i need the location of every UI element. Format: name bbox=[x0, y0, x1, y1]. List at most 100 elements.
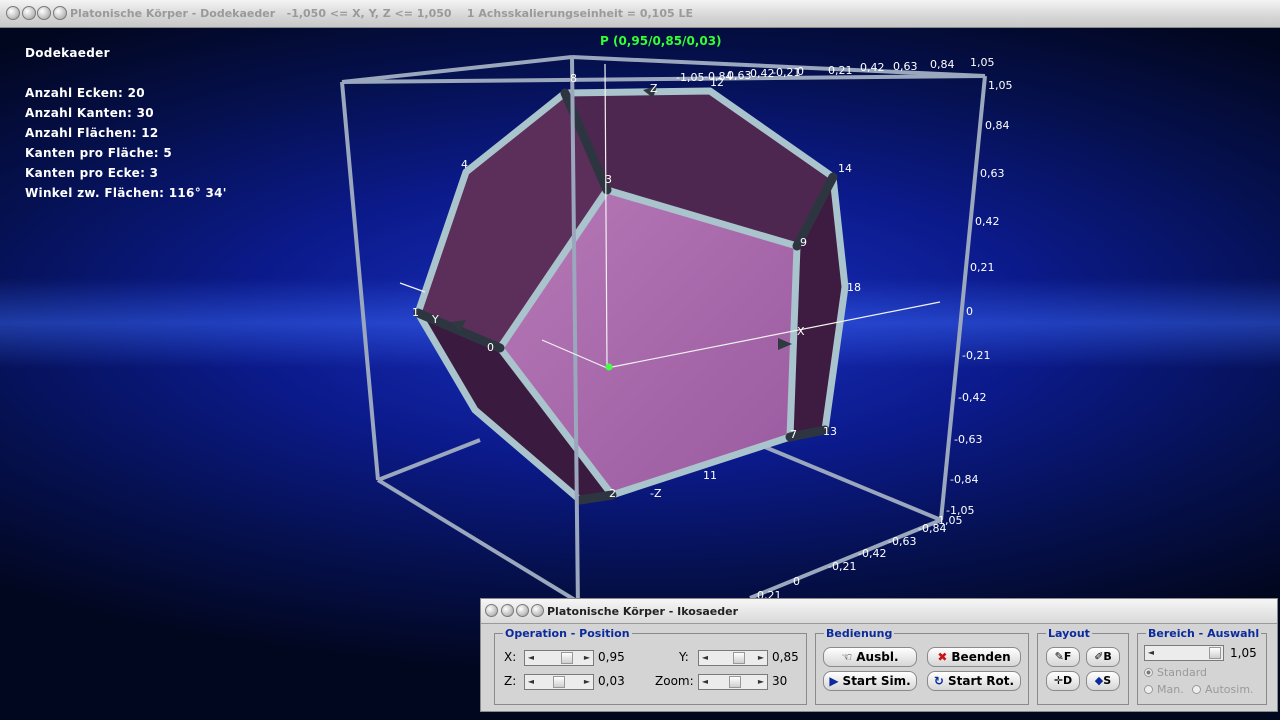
y-value: 0,85 bbox=[772, 650, 799, 664]
control-panel-title: Platonische Körper - Ikosaeder bbox=[547, 605, 739, 618]
group-title: Bereich - Auswahl bbox=[1146, 627, 1262, 640]
slider-left-arrow-icon[interactable]: ◄ bbox=[699, 651, 711, 665]
vertex-label: 14 bbox=[838, 162, 852, 175]
tick-label: 0,42 bbox=[860, 61, 885, 74]
tick-label: -0,42 bbox=[858, 547, 886, 560]
vertex-label: 9 bbox=[800, 236, 807, 249]
point-p-label: P (0,95/0,85/0,03) bbox=[600, 34, 722, 48]
group-title: Bedienung bbox=[824, 627, 895, 640]
slider-left-arrow-icon[interactable]: ◄ bbox=[525, 651, 537, 665]
radio-selected-icon bbox=[1144, 668, 1153, 677]
start-simulation-button[interactable]: ▶ Start Sim. bbox=[823, 671, 917, 691]
tick-label: 0,84 bbox=[930, 58, 955, 71]
bottom-axis-ticks: 1,05 -0,84 -0,63 -0,42 -0,21 0 0,21 bbox=[757, 514, 963, 602]
axis-label-neg-z: -Z bbox=[650, 487, 662, 500]
x-value: 0,95 bbox=[598, 650, 625, 664]
tick-label: 0,63 bbox=[980, 167, 1005, 180]
tick-label: -0,21 bbox=[828, 560, 856, 573]
radio-standard[interactable]: Standard bbox=[1144, 666, 1207, 679]
y-label: Y: bbox=[679, 650, 689, 664]
layout-s-button[interactable]: ◆S bbox=[1086, 671, 1120, 691]
axis-label-x: X bbox=[797, 325, 805, 338]
bereich-slider[interactable]: ◄ bbox=[1144, 645, 1224, 661]
tick-label: -0,63 bbox=[888, 535, 916, 548]
rotate-icon: ↻ bbox=[933, 674, 944, 688]
vertex-label: 18 bbox=[847, 281, 861, 294]
group-title: Operation - Position bbox=[503, 627, 632, 640]
zoom-value: 30 bbox=[772, 674, 788, 688]
x-slider[interactable]: ◄ ► bbox=[524, 650, 594, 666]
y-slider[interactable]: ◄ ► bbox=[698, 650, 768, 666]
slider-thumb[interactable] bbox=[561, 652, 573, 664]
slider-left-arrow-icon[interactable]: ◄ bbox=[1145, 646, 1157, 660]
layout-brush-button[interactable]: ✐B bbox=[1086, 647, 1120, 667]
z-slider[interactable]: ◄ ► bbox=[524, 674, 594, 690]
tick-label: 1,05 bbox=[970, 56, 995, 69]
radio-autosim[interactable]: Autosim. bbox=[1192, 683, 1254, 696]
vertex-label: 2 bbox=[609, 487, 616, 500]
slider-right-arrow-icon[interactable]: ► bbox=[581, 675, 593, 689]
tick-label: -0,42 bbox=[746, 67, 774, 80]
vertex-label: 3 bbox=[605, 173, 612, 186]
layout-d-button[interactable]: ✛D bbox=[1046, 671, 1080, 691]
group-operation-position: Operation - Position X: ◄ ► 0,95 Y: ◄ ► … bbox=[494, 627, 807, 705]
play-icon: ▶ bbox=[829, 674, 839, 688]
zoom-slider[interactable]: ◄ ► bbox=[698, 674, 768, 690]
tick-label: 0,21 bbox=[970, 261, 995, 274]
ausblenden-button[interactable]: ☜ Ausbl. bbox=[823, 647, 917, 667]
tick-label: -1,05 bbox=[676, 71, 704, 84]
group-bereich-auswahl: Bereich - Auswahl ◄ 1,05 Standard Man. A… bbox=[1137, 627, 1267, 705]
axis-label-z: Z bbox=[650, 82, 658, 95]
bereich-value: 1,05 bbox=[1230, 646, 1257, 660]
slider-left-arrow-icon[interactable]: ◄ bbox=[525, 675, 537, 689]
tick-label: 0 bbox=[797, 65, 804, 78]
start-rotation-button[interactable]: ↻ Start Rot. bbox=[927, 671, 1021, 691]
slider-right-arrow-icon[interactable]: ► bbox=[581, 651, 593, 665]
panel-menu-button[interactable] bbox=[485, 604, 498, 617]
slider-thumb[interactable] bbox=[733, 652, 745, 664]
eraser-icon: ◆ bbox=[1094, 674, 1104, 687]
vertex-label: 0 bbox=[487, 341, 494, 354]
slider-thumb[interactable] bbox=[553, 676, 565, 688]
vertex-label: 11 bbox=[703, 469, 717, 482]
panel-minimize-button[interactable] bbox=[501, 604, 514, 617]
z-value: 0,03 bbox=[598, 674, 625, 688]
point-p-marker[interactable] bbox=[605, 363, 613, 371]
slider-thumb[interactable] bbox=[1209, 647, 1221, 659]
tick-label: 1,05 bbox=[988, 79, 1013, 92]
paint-bucket-icon: ✎ bbox=[1054, 650, 1064, 663]
tick-label: -0,63 bbox=[954, 433, 982, 446]
axis-label-y: Y bbox=[431, 313, 439, 326]
panel-close-button[interactable] bbox=[531, 604, 544, 617]
top-axis-ticks: -1,05 -0,84 0,63 -0,42 -0,21 0 0,21 0,42… bbox=[676, 56, 995, 84]
group-title: Layout bbox=[1046, 627, 1092, 640]
slider-thumb[interactable] bbox=[729, 676, 741, 688]
tick-label: 0,42 bbox=[975, 215, 1000, 228]
z-label: Z: bbox=[504, 674, 517, 688]
slider-right-arrow-icon[interactable]: ► bbox=[755, 651, 767, 665]
group-bedienung: Bedienung ☜ Ausbl. ✖ Beenden ▶ Start Sim. ↻… bbox=[815, 627, 1029, 705]
slider-left-arrow-icon[interactable]: ◄ bbox=[699, 675, 711, 689]
panel-maximize-button[interactable] bbox=[516, 604, 529, 617]
tick-label: -0,42 bbox=[958, 391, 986, 404]
tick-label: -0,21 bbox=[962, 349, 990, 362]
close-icon: ✖ bbox=[937, 650, 948, 664]
tick-label: 0,84 bbox=[985, 119, 1010, 132]
vertex-label: 13 bbox=[823, 425, 837, 438]
layout-fill-button[interactable]: ✎F bbox=[1046, 647, 1080, 667]
zoom-label: Zoom: bbox=[655, 674, 694, 688]
group-layout: Layout ✎F ✐B ✛D ◆S bbox=[1037, 627, 1129, 705]
tick-label: -0,84 bbox=[950, 473, 978, 486]
vertex-label: 7 bbox=[790, 428, 797, 441]
x-label: X: bbox=[504, 650, 517, 664]
vertex-label: 1 bbox=[412, 306, 419, 319]
radio-empty-icon bbox=[1144, 685, 1153, 694]
radio-manual[interactable]: Man. bbox=[1144, 683, 1184, 696]
beenden-button[interactable]: ✖ Beenden bbox=[927, 647, 1021, 667]
tick-label: -0,84 bbox=[918, 522, 946, 535]
tick-label: 0,63 bbox=[893, 60, 918, 73]
dodecahedron bbox=[413, 87, 849, 505]
vertex-label: 8 bbox=[570, 72, 577, 85]
slider-right-arrow-icon[interactable]: ► bbox=[755, 675, 767, 689]
tick-label: 0 bbox=[793, 575, 800, 588]
